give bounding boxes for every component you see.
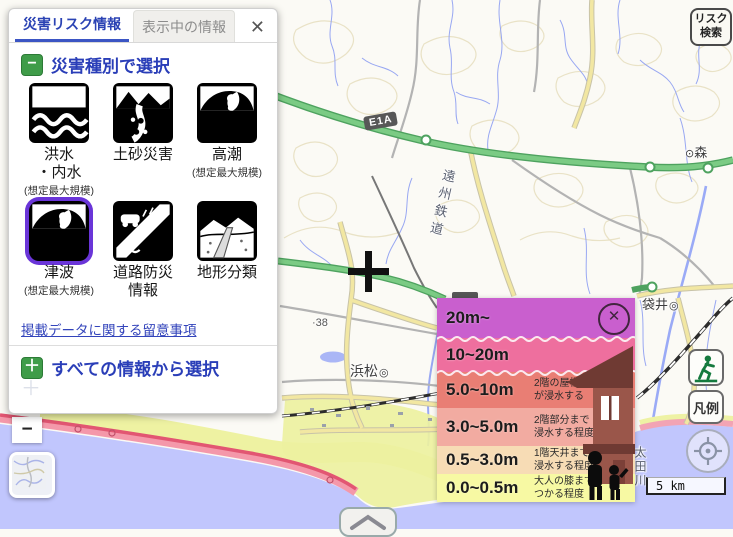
city-symbol: ◎ bbox=[379, 367, 389, 379]
disaster-icon-grid: 洪水・内水 (想定最大規模) 土砂災害 高潮 (想定最大規模 bbox=[9, 83, 277, 317]
tsunami-depth-legend: 20m~ ✕ 10~20m 5.0~10m 2階の屋根以上が浸水する 3.0~5… bbox=[437, 298, 635, 502]
tsunami-icon[interactable] bbox=[29, 201, 89, 261]
panel-close-icon[interactable]: ✕ bbox=[244, 13, 271, 42]
city-symbol: ◎ bbox=[669, 300, 679, 312]
minimap-thumbnail bbox=[12, 455, 46, 489]
data-notes-link[interactable]: 掲載データに関する留意事項 bbox=[21, 319, 265, 339]
map-label-elevation: ·38 bbox=[312, 317, 328, 329]
section-title: 災害種別で選択 bbox=[51, 52, 170, 77]
disaster-icon-tsunami[interactable]: 津波 (想定最大規模) bbox=[17, 201, 101, 317]
divider bbox=[9, 345, 277, 346]
section-all-info: ＋ すべての情報から選択 bbox=[21, 355, 265, 380]
collapse-minus-icon[interactable]: − bbox=[21, 54, 43, 76]
landslide-icon[interactable] bbox=[113, 83, 173, 143]
flood-icon[interactable] bbox=[29, 83, 89, 143]
storm-surge-icon[interactable] bbox=[197, 83, 257, 143]
tab-displayed-info[interactable]: 表示中の情報 bbox=[133, 10, 235, 42]
legend-toggle-button[interactable]: 凡例 bbox=[688, 390, 724, 424]
legend-row: 10~20m bbox=[437, 338, 635, 372]
section-title: すべての情報から選択 bbox=[51, 355, 219, 380]
disaster-icon-landslide[interactable]: 土砂災害 bbox=[101, 83, 185, 199]
legend-close-icon[interactable]: ✕ bbox=[598, 303, 630, 335]
legend-row: 20m~ ✕ bbox=[437, 298, 635, 338]
evacuation-site-button[interactable] bbox=[688, 349, 724, 386]
overview-minimap-button[interactable] bbox=[9, 452, 55, 498]
pond bbox=[320, 352, 346, 363]
disaster-icon-road-info[interactable]: 道路防災情報 bbox=[101, 201, 185, 317]
legend-row: 0.0~0.5m 大人の膝までつかる程度 bbox=[437, 474, 635, 502]
running-person-icon bbox=[692, 353, 720, 383]
disaster-icon-storm-surge[interactable]: 高潮 (想定最大規模) bbox=[185, 83, 269, 199]
current-location-button[interactable] bbox=[686, 429, 730, 473]
map-label-hamamatsu: 浜松◎ bbox=[350, 361, 389, 381]
disaster-risk-panel: 災害リスク情報 表示中の情報 ✕ − 災害種別で選択 洪水・内水 (想定最大規模… bbox=[8, 8, 278, 414]
disaster-icon-flood[interactable]: 洪水・内水 (想定最大規模) bbox=[17, 83, 101, 199]
map-label-mori: ⊙森 bbox=[684, 142, 707, 161]
map-scale-bar: 5 km bbox=[646, 477, 726, 495]
legend-row: 0.5~3.0m 1階天井まで浸水する程度 bbox=[437, 446, 635, 474]
town-symbol: ⊙ bbox=[685, 148, 694, 160]
zoom-out-button[interactable]: − bbox=[12, 417, 42, 443]
zoom-in-icon-faint: ＋ bbox=[21, 372, 41, 401]
disaster-icon-landform[interactable]: 地形分類 bbox=[185, 201, 269, 317]
road-disaster-icon[interactable] bbox=[113, 201, 173, 261]
gps-crosshair-icon bbox=[693, 436, 723, 466]
section-disaster-type: − 災害種別で選択 bbox=[21, 52, 265, 77]
map-label-fukuroi: 袋井◎ bbox=[642, 294, 679, 313]
legend-row: 5.0~10m 2階の屋根以上が浸水する bbox=[437, 372, 635, 408]
chevron-up-icon bbox=[346, 513, 390, 531]
panel-tab-bar: 災害リスク情報 表示中の情報 ✕ bbox=[9, 9, 277, 43]
landform-icon[interactable] bbox=[197, 201, 257, 261]
collapse-panel-button[interactable] bbox=[339, 507, 397, 537]
tab-disaster-risk-info[interactable]: 災害リスク情報 bbox=[15, 8, 129, 42]
legend-row: 3.0~5.0m 2階部分まで浸水する程度 bbox=[437, 408, 635, 446]
risk-search-button[interactable]: リスク 検索 bbox=[690, 8, 732, 46]
